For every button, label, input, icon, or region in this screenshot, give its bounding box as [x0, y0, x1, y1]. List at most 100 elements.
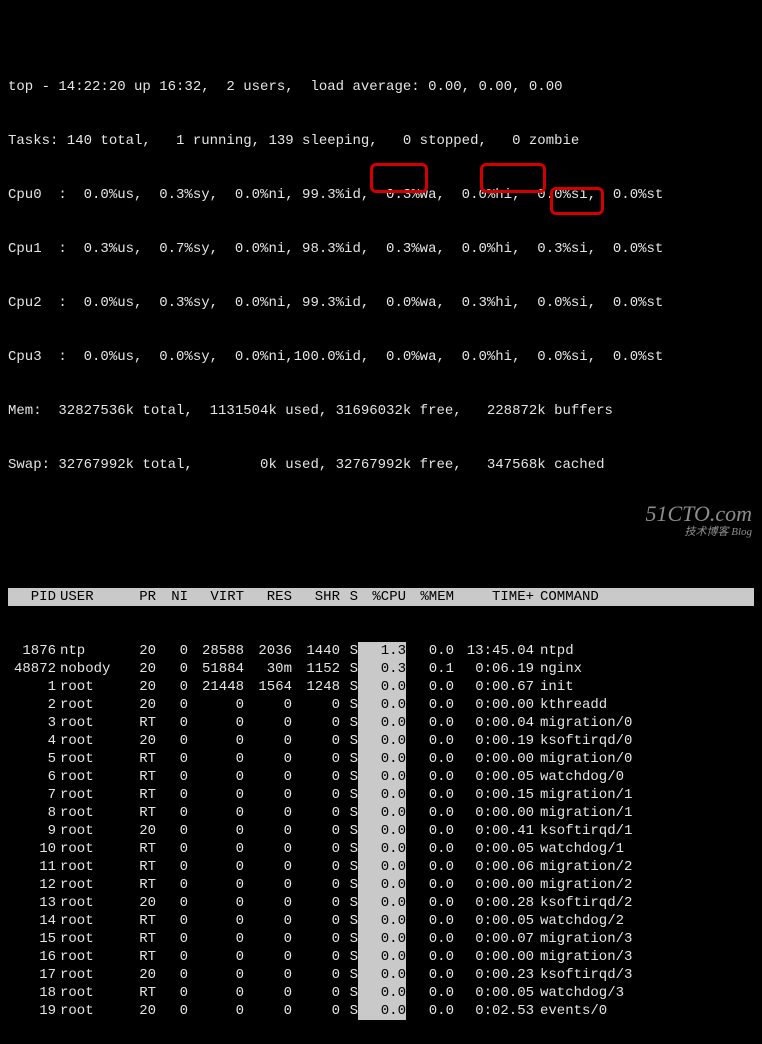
cell-pid: 8: [8, 804, 56, 822]
cell-cpu: 0.0: [358, 768, 406, 786]
cell-pr: RT: [124, 804, 156, 822]
cell-user: root: [56, 714, 124, 732]
hdr-pr: PR: [124, 588, 156, 606]
cell-cmd: migration/0: [534, 750, 754, 768]
cell-mem: 0.0: [406, 894, 454, 912]
cell-ni: 0: [156, 750, 188, 768]
hdr-time: TIME+: [454, 588, 534, 606]
cell-virt: 28588: [188, 642, 244, 660]
cell-cpu: 0.0: [358, 948, 406, 966]
cell-ni: 0: [156, 696, 188, 714]
cell-cmd: migration/0: [534, 714, 754, 732]
cell-user: root: [56, 696, 124, 714]
cell-virt: 0: [188, 876, 244, 894]
cell-shr: 1152: [292, 660, 340, 678]
cell-pid: 2: [8, 696, 56, 714]
cell-virt: 0: [188, 984, 244, 1002]
cell-pr: RT: [124, 750, 156, 768]
cell-time: 0:00.00: [454, 804, 534, 822]
cell-pid: 3: [8, 714, 56, 732]
cell-cmd: migration/1: [534, 804, 754, 822]
cell-shr: 0: [292, 858, 340, 876]
cell-mem: 0.0: [406, 984, 454, 1002]
cell-time: 0:00.06: [454, 858, 534, 876]
cell-user: nobody: [56, 660, 124, 678]
process-row: 19root200000S0.00.00:02.53events/0: [8, 1002, 754, 1020]
cell-pid: 11: [8, 858, 56, 876]
cell-s: S: [340, 948, 358, 966]
cell-mem: 0.0: [406, 948, 454, 966]
cell-time: 0:00.41: [454, 822, 534, 840]
cell-s: S: [340, 714, 358, 732]
cell-cpu: 0.0: [358, 876, 406, 894]
cell-shr: 1440: [292, 642, 340, 660]
process-table-body: 1876ntp2002858820361440S1.30.013:45.04nt…: [8, 642, 754, 1020]
cell-pr: 20: [124, 822, 156, 840]
cell-ni: 0: [156, 948, 188, 966]
cell-time: 0:00.07: [454, 930, 534, 948]
hdr-virt: VIRT: [188, 588, 244, 606]
cell-pr: RT: [124, 840, 156, 858]
cell-mem: 0.0: [406, 750, 454, 768]
process-row: 1876ntp2002858820361440S1.30.013:45.04nt…: [8, 642, 754, 660]
cell-cmd: migration/1: [534, 786, 754, 804]
cell-shr: 0: [292, 948, 340, 966]
cell-user: root: [56, 750, 124, 768]
cell-time: 0:00.67: [454, 678, 534, 696]
process-row: 48872nobody2005188430m1152S0.30.10:06.19…: [8, 660, 754, 678]
cell-pr: RT: [124, 948, 156, 966]
hdr-shr: SHR: [292, 588, 340, 606]
cell-cpu: 1.3: [358, 642, 406, 660]
cell-cpu: 0.0: [358, 930, 406, 948]
cell-res: 0: [244, 696, 292, 714]
cell-pid: 12: [8, 876, 56, 894]
cell-res: 0: [244, 966, 292, 984]
cell-virt: 0: [188, 930, 244, 948]
cell-mem: 0.0: [406, 696, 454, 714]
cell-pid: 18: [8, 984, 56, 1002]
cell-pid: 15: [8, 930, 56, 948]
cell-cmd: migration/3: [534, 948, 754, 966]
cell-ni: 0: [156, 966, 188, 984]
cell-virt: 0: [188, 948, 244, 966]
cell-cmd: watchdog/0: [534, 768, 754, 786]
cell-pr: 20: [124, 660, 156, 678]
cell-cmd: nginx: [534, 660, 754, 678]
cell-time: 0:00.00: [454, 948, 534, 966]
cell-shr: 0: [292, 966, 340, 984]
cell-res: 0: [244, 750, 292, 768]
cpu1-line: Cpu1 : 0.3%us, 0.7%sy, 0.0%ni, 98.3%id, …: [8, 240, 754, 258]
cell-cpu: 0.3: [358, 660, 406, 678]
cell-pr: RT: [124, 984, 156, 1002]
cell-cpu: 0.0: [358, 912, 406, 930]
cell-res: 0: [244, 732, 292, 750]
cell-cpu: 0.0: [358, 678, 406, 696]
process-row: 6rootRT0000S0.00.00:00.05watchdog/0: [8, 768, 754, 786]
cell-res: 2036: [244, 642, 292, 660]
cell-ni: 0: [156, 1002, 188, 1020]
cell-mem: 0.0: [406, 876, 454, 894]
cell-ni: 0: [156, 786, 188, 804]
cell-shr: 0: [292, 912, 340, 930]
process-row: 17root200000S0.00.00:00.23ksoftirqd/3: [8, 966, 754, 984]
cell-res: 0: [244, 930, 292, 948]
cell-time: 0:00.15: [454, 786, 534, 804]
cell-s: S: [340, 1002, 358, 1020]
cell-time: 0:00.00: [454, 876, 534, 894]
cell-user: root: [56, 984, 124, 1002]
cell-s: S: [340, 858, 358, 876]
cell-res: 0: [244, 804, 292, 822]
cell-pid: 10: [8, 840, 56, 858]
cell-pr: 20: [124, 678, 156, 696]
cell-shr: 0: [292, 840, 340, 858]
cell-virt: 0: [188, 750, 244, 768]
cell-mem: 0.0: [406, 1002, 454, 1020]
cell-res: 0: [244, 876, 292, 894]
cell-user: root: [56, 804, 124, 822]
cell-user: ntp: [56, 642, 124, 660]
cell-pr: RT: [124, 786, 156, 804]
cell-res: 0: [244, 1002, 292, 1020]
cell-virt: 0: [188, 786, 244, 804]
cell-ni: 0: [156, 894, 188, 912]
hdr-pid: PID: [8, 588, 56, 606]
